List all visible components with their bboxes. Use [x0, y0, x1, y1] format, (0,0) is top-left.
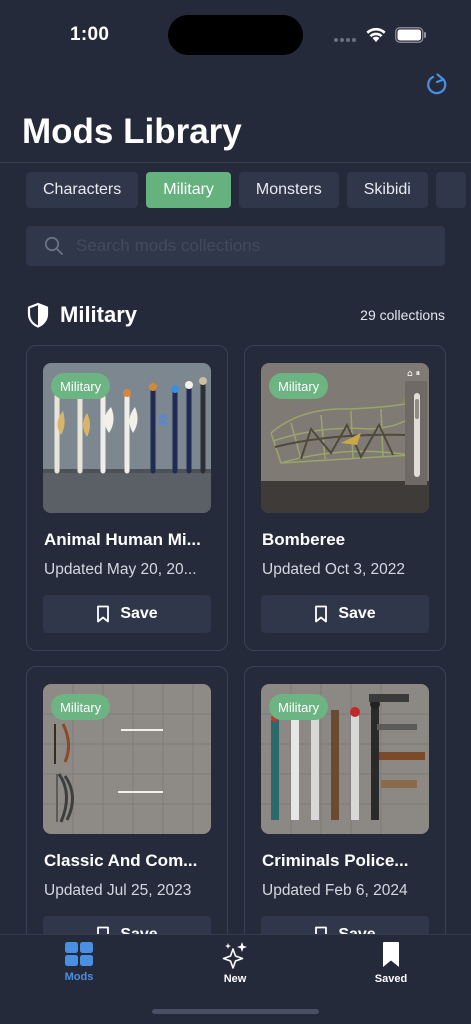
card-title: Classic And Com... — [44, 851, 198, 870]
refresh-icon — [427, 73, 447, 95]
tab-mods[interactable]: Mods — [34, 941, 124, 983]
save-button-label: Save — [338, 605, 376, 622]
grid-icon — [65, 942, 93, 966]
chip-monsters[interactable]: Monsters — [238, 172, 339, 208]
search-icon — [44, 236, 63, 255]
home-indicator — [152, 1009, 319, 1014]
card-title: Animal Human Mi... — [44, 530, 201, 549]
chip-more[interactable] — [435, 172, 466, 208]
bookmark-icon — [315, 605, 328, 623]
refresh-button[interactable] — [422, 70, 452, 100]
tab-saved-label: Saved — [374, 973, 408, 985]
card-updated-date: Updated Feb 6, 2024 — [262, 882, 408, 899]
save-button[interactable]: Save — [43, 595, 211, 633]
card-thumbnail: Military — [261, 684, 429, 834]
chip-characters[interactable]: Characters — [26, 172, 139, 208]
section-header: Military 29 collections — [26, 300, 445, 330]
category-badge: Military — [269, 373, 329, 399]
collection-card[interactable]: Military Animal Human Mi... Updated May … — [26, 345, 228, 651]
section-title: Military — [60, 302, 138, 327]
search-input[interactable] — [76, 236, 416, 256]
bookmark-icon — [383, 942, 399, 967]
search-bar[interactable] — [26, 226, 445, 266]
card-thumbnail: Military — [43, 363, 211, 513]
sparkles-icon — [222, 942, 247, 969]
status-time: 1:00 — [70, 24, 110, 45]
tab-new-label: New — [223, 973, 247, 985]
battery-icon — [395, 27, 427, 43]
bookmark-icon — [97, 605, 110, 623]
card-title: Bomberee — [262, 530, 346, 549]
save-button-label: Save — [120, 605, 158, 622]
card-updated-date: Updated May 20, 20... — [44, 561, 197, 578]
card-thumbnail: Military — [43, 684, 211, 834]
tab-new[interactable]: New — [190, 941, 280, 985]
category-chips: Characters Military Monsters Skibidi — [26, 172, 471, 208]
collections-count: 29 collections — [360, 307, 445, 323]
collection-card[interactable]: Military Classic And Com... Updated Jul … — [26, 666, 228, 972]
chip-military[interactable]: Military — [146, 172, 231, 208]
card-updated-date: Updated Oct 3, 2022 — [262, 561, 406, 578]
card-updated-date: Updated Jul 25, 2023 — [44, 882, 192, 899]
tab-mods-label: Mods — [64, 971, 94, 983]
cellular-signal-icon — [334, 38, 356, 42]
header-divider — [0, 162, 471, 163]
card-thumbnail: ⌂ ⏸ Military — [261, 363, 429, 513]
chip-skibidi[interactable]: Skibidi — [346, 172, 428, 208]
category-badge: Military — [51, 694, 111, 720]
tab-saved[interactable]: Saved — [346, 941, 436, 985]
svg-text:⌂ ⏸: ⌂ ⏸ — [407, 369, 420, 379]
collection-card[interactable]: ⌂ ⏸ Military Bomberee Updated Oct 3, 202… — [244, 345, 446, 651]
dynamic-island — [168, 15, 303, 55]
save-button[interactable]: Save — [261, 595, 429, 633]
collection-card[interactable]: Military Criminals Police... Updated Feb… — [244, 666, 446, 972]
page-title: Mods Library — [22, 112, 242, 151]
status-bar: 1:00 — [0, 0, 471, 70]
category-badge: Military — [269, 694, 329, 720]
shield-icon — [27, 302, 49, 328]
category-badge: Military — [51, 373, 111, 399]
wifi-icon — [365, 25, 387, 48]
card-title: Criminals Police... — [262, 851, 409, 870]
